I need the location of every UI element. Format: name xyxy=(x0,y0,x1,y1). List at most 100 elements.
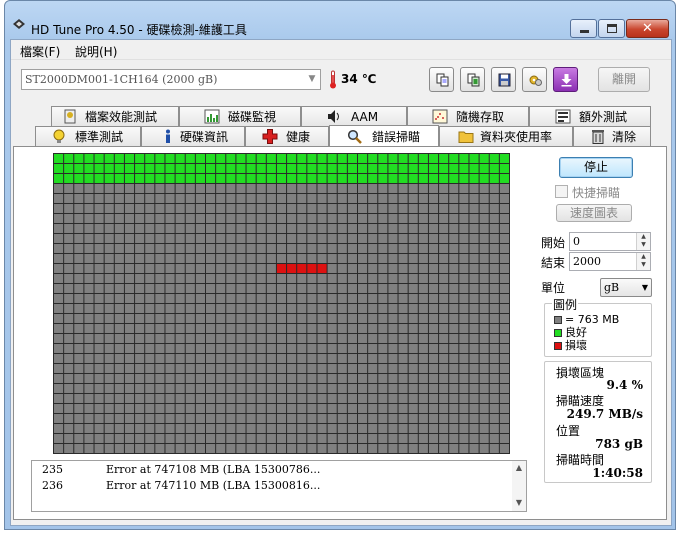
options-button[interactable] xyxy=(522,67,547,92)
unscanned-block xyxy=(408,284,418,293)
damaged-block xyxy=(307,264,317,273)
scroll-down-icon[interactable]: ▼ xyxy=(512,498,526,510)
unscanned-block xyxy=(84,414,94,423)
tab-extra-tests[interactable]: 額外測試 xyxy=(529,106,651,126)
unscanned-block xyxy=(368,384,378,393)
good-block xyxy=(145,174,155,183)
start-field[interactable]: 0 ▲ ▼ xyxy=(569,232,651,251)
unscanned-block xyxy=(297,434,307,443)
unscanned-block xyxy=(54,194,64,203)
drive-select[interactable]: ST2000DM001-1CH164 (2000 gB) ▼ xyxy=(21,69,321,90)
unscanned-block xyxy=(388,394,398,403)
unscanned-block xyxy=(398,194,408,203)
good-block xyxy=(206,154,216,163)
copy-screenshot-icon xyxy=(467,73,480,87)
tab-error-scan[interactable]: 錯誤掃瞄 xyxy=(329,125,439,146)
log-scrollbar[interactable]: ▲ ▼ xyxy=(512,461,526,511)
exit-button[interactable]: 離開 xyxy=(598,67,650,92)
copy-screenshot-button[interactable] xyxy=(460,67,485,92)
save-button[interactable] xyxy=(491,67,516,92)
unit-select[interactable]: gB ▼ xyxy=(600,278,652,297)
unscanned-block xyxy=(287,384,297,393)
unscanned-block xyxy=(94,314,104,323)
scan-grid-canvas xyxy=(54,154,509,453)
unscanned-block xyxy=(185,324,195,333)
unscanned-block xyxy=(449,234,459,243)
maximize-button[interactable] xyxy=(598,19,625,38)
unscanned-block xyxy=(368,304,378,313)
quick-scan-checkbox[interactable] xyxy=(555,185,568,198)
unscanned-block xyxy=(246,284,256,293)
error-log[interactable]: 235 Error at 747108 MB (LBA 15300786... … xyxy=(31,460,527,512)
menu-help[interactable]: 說明(H) xyxy=(75,43,117,60)
unscanned-block xyxy=(216,354,226,363)
close-button[interactable]: ✕ xyxy=(626,19,669,38)
unscanned-block xyxy=(104,394,114,403)
unscanned-block xyxy=(246,344,256,353)
unscanned-block xyxy=(347,394,357,403)
tab-disk-monitor[interactable]: 磁碟監視 xyxy=(179,106,301,126)
unscanned-block xyxy=(155,324,165,333)
unscanned-block xyxy=(84,354,94,363)
unscanned-block xyxy=(185,194,195,203)
tab-aam[interactable]: AAM xyxy=(301,106,407,126)
unscanned-block xyxy=(398,374,408,383)
copy-info-button[interactable] xyxy=(429,67,454,92)
stop-button[interactable]: 停止 xyxy=(559,157,633,178)
good-block xyxy=(297,174,307,183)
spin-up-icon[interactable]: ▲ xyxy=(637,233,650,241)
tab-folder-usage[interactable]: 資料夾使用率 xyxy=(439,126,573,146)
title-bar[interactable]: HD Tune Pro 4.50 - 硬碟檢測-維護工具 ✕ xyxy=(5,1,675,39)
unscanned-block xyxy=(84,384,94,393)
unscanned-block xyxy=(439,434,449,443)
unscanned-block xyxy=(94,254,104,263)
unscanned-block xyxy=(408,394,418,403)
start-spinner[interactable]: ▲ ▼ xyxy=(636,233,650,250)
spin-down-icon[interactable]: ▼ xyxy=(637,261,650,269)
unscanned-block xyxy=(185,374,195,383)
good-block xyxy=(388,174,398,183)
speed-map-button[interactable]: 速度圖表 xyxy=(556,204,632,222)
unscanned-block xyxy=(287,444,297,453)
good-block xyxy=(175,164,185,173)
good-block xyxy=(124,154,135,163)
unscanned-block xyxy=(104,274,114,283)
unscanned-block xyxy=(378,184,388,193)
unscanned-block xyxy=(236,444,246,453)
unscanned-block xyxy=(479,394,489,403)
unscanned-block xyxy=(155,234,165,243)
unscanned-block xyxy=(439,264,449,273)
tab-file-benchmark[interactable]: 檔案效能測試 xyxy=(51,106,179,126)
unscanned-block xyxy=(206,354,216,363)
unscanned-block xyxy=(226,384,236,393)
unscanned-block xyxy=(104,404,114,413)
end-spinner[interactable]: ▲ ▼ xyxy=(636,253,650,270)
good-block xyxy=(155,154,165,163)
unscanned-block xyxy=(307,354,317,363)
tab-health[interactable]: 健康 xyxy=(245,126,329,146)
unscanned-block xyxy=(479,384,489,393)
unscanned-block xyxy=(449,404,459,413)
scroll-up-icon[interactable]: ▲ xyxy=(512,463,526,475)
minimize-button[interactable] xyxy=(570,19,597,38)
end-field[interactable]: 2000 ▲ ▼ xyxy=(569,252,651,271)
unscanned-block xyxy=(195,424,205,433)
unscanned-block xyxy=(206,194,216,203)
unscanned-block xyxy=(185,354,195,363)
menu-file[interactable]: 檔案(F) xyxy=(20,43,60,60)
unscanned-block xyxy=(64,364,74,373)
end-label: 結束 xyxy=(541,256,566,270)
unscanned-block xyxy=(489,404,499,413)
unscanned-block xyxy=(459,324,469,333)
tab-benchmark[interactable]: 標準測試 xyxy=(35,126,141,146)
unscanned-block xyxy=(358,314,368,323)
unscanned-block xyxy=(145,184,155,193)
tab-random-access[interactable]: 隨機存取 xyxy=(407,106,529,126)
unscanned-block xyxy=(175,274,185,283)
spin-down-icon[interactable]: ▼ xyxy=(637,241,650,249)
unscanned-block xyxy=(54,254,64,263)
tab-info[interactable]: 硬碟資訊 xyxy=(141,126,245,146)
tab-erase[interactable]: 清除 xyxy=(573,126,651,146)
download-button[interactable] xyxy=(553,67,578,92)
spin-up-icon[interactable]: ▲ xyxy=(637,253,650,261)
